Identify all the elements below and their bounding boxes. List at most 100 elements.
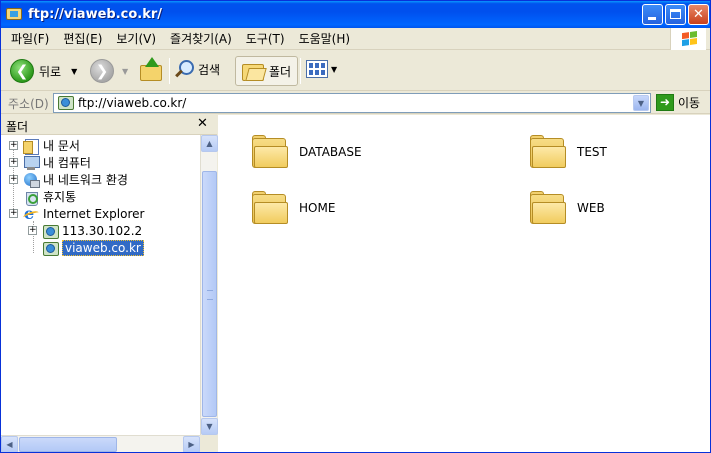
scrollbar-corner bbox=[200, 435, 217, 452]
folder-pane: 폴더 ✕ + 내 문서 + 내 컴퓨터 + 내 네트워크 환경 휴지통 + e … bbox=[1, 115, 218, 452]
ftp-site-icon bbox=[42, 223, 59, 239]
address-bar: 주소(D) ftp://viaweb.co.kr/ ▼ ➜ 이동 bbox=[1, 92, 710, 114]
menu-bar: 파일(F) 편집(E) 보기(V) 즐겨찾기(A) 도구(T) 도움말(H) bbox=[1, 28, 710, 50]
back-dropdown-icon[interactable]: ▼ bbox=[71, 67, 77, 76]
go-button[interactable]: ➜ 이동 bbox=[656, 94, 700, 111]
recycle-bin-icon bbox=[23, 189, 39, 206]
minimize-icon bbox=[648, 17, 656, 20]
menu-favorites[interactable]: 즐겨찾기(A) bbox=[163, 30, 239, 47]
tree-item-label-selected: viaweb.co.kr bbox=[62, 239, 144, 256]
folders-button[interactable]: 폴더 bbox=[235, 56, 299, 86]
toolbar-separator bbox=[169, 58, 170, 84]
tree-vertical-scrollbar[interactable]: ▲ ▼ bbox=[200, 135, 218, 435]
folder-name: WEB bbox=[577, 201, 605, 215]
tree-item-internet-explorer[interactable]: + Internet Explorer bbox=[1, 204, 145, 223]
folder-item-test[interactable]: TEST bbox=[529, 135, 607, 169]
explorer-window: ftp://viaweb.co.kr/ ✕ 파일(F) 편집(E) 보기(V) … bbox=[0, 0, 711, 453]
ftp-site-icon bbox=[42, 240, 59, 256]
address-label: 주소(D) bbox=[8, 97, 49, 111]
ftp-site-icon bbox=[57, 95, 74, 111]
back-label: 뒤로 bbox=[39, 64, 62, 79]
folder-name: HOME bbox=[299, 201, 336, 215]
tree-item-my-documents[interactable]: + 내 문서 bbox=[1, 137, 80, 155]
network-icon bbox=[23, 172, 40, 188]
folder-item-database[interactable]: DATABASE bbox=[251, 135, 362, 169]
file-list: DATABASE TEST HOME WEB bbox=[218, 115, 710, 452]
address-value[interactable]: ftp://viaweb.co.kr/ bbox=[78, 96, 186, 110]
close-button[interactable]: ✕ bbox=[688, 4, 709, 25]
menu-view[interactable]: 보기(V) bbox=[109, 30, 163, 47]
tree-item-label: 휴지통 bbox=[43, 190, 77, 204]
go-label: 이동 bbox=[678, 96, 701, 110]
up-folder-icon bbox=[140, 65, 162, 81]
tree-item-ftp-113[interactable]: + 113.30.102.2 bbox=[1, 222, 142, 239]
toolbar-separator bbox=[300, 58, 301, 84]
search-button[interactable]: 검색 bbox=[174, 60, 220, 78]
search-label: 검색 bbox=[198, 62, 221, 77]
folder-item-home[interactable]: HOME bbox=[251, 191, 335, 225]
menu-help[interactable]: 도움말(H) bbox=[292, 30, 358, 47]
scroll-thumb[interactable] bbox=[202, 171, 217, 417]
tree-item-viaweb[interactable]: viaweb.co.kr bbox=[1, 239, 144, 256]
menu-edit[interactable]: 편집(E) bbox=[56, 30, 109, 47]
maximize-button[interactable] bbox=[665, 4, 686, 25]
go-arrow-icon: ➜ bbox=[656, 94, 674, 111]
tree-item-label: 내 문서 bbox=[43, 139, 80, 153]
folder-pane-header: 폴더 ✕ bbox=[1, 115, 217, 135]
scroll-up-icon[interactable]: ▲ bbox=[201, 135, 218, 152]
folder-item-web[interactable]: WEB bbox=[529, 191, 605, 225]
folder-icon bbox=[251, 191, 289, 225]
folder-name: DATABASE bbox=[299, 145, 362, 159]
scroll-right-icon[interactable]: ▶ bbox=[183, 436, 200, 452]
forward-dropdown-icon[interactable]: ▼ bbox=[122, 67, 128, 76]
folder-icon bbox=[529, 191, 567, 225]
tree-item-network[interactable]: + 내 네트워크 환경 bbox=[1, 171, 128, 188]
tree-item-my-computer[interactable]: + 내 컴퓨터 bbox=[1, 154, 91, 171]
maximize-icon bbox=[670, 9, 681, 19]
my-documents-icon bbox=[23, 138, 39, 155]
views-icon bbox=[306, 60, 328, 78]
folder-icon bbox=[529, 135, 567, 169]
expand-icon[interactable]: + bbox=[9, 141, 18, 150]
scroll-thumb[interactable] bbox=[19, 437, 117, 452]
views-dropdown-icon: ▼ bbox=[331, 64, 338, 74]
back-button[interactable]: ❮ 뒤로 ▼ bbox=[10, 59, 77, 83]
tree-item-label: 내 네트워크 환경 bbox=[43, 173, 128, 187]
scroll-down-icon[interactable]: ▼ bbox=[201, 418, 218, 435]
address-dropdown-icon[interactable]: ▼ bbox=[633, 95, 649, 111]
expand-icon[interactable]: + bbox=[9, 209, 18, 218]
title-bar[interactable]: ftp://viaweb.co.kr/ ✕ bbox=[1, 1, 710, 28]
tree-item-recycle-bin[interactable]: 휴지통 bbox=[1, 188, 77, 206]
folder-icon bbox=[251, 135, 289, 169]
scroll-left-icon[interactable]: ◀ bbox=[1, 436, 18, 452]
menu-file[interactable]: 파일(F) bbox=[1, 30, 56, 47]
expand-icon[interactable]: + bbox=[9, 158, 18, 167]
address-input[interactable]: ftp://viaweb.co.kr/ ▼ bbox=[53, 93, 651, 113]
views-button[interactable]: ▼ bbox=[306, 60, 337, 78]
forward-arrow-icon: ❯ bbox=[90, 59, 114, 83]
folder-tree: + 내 문서 + 내 컴퓨터 + 내 네트워크 환경 휴지통 + e Inter… bbox=[1, 135, 199, 435]
folder-name: TEST bbox=[577, 145, 607, 159]
folders-label: 폴더 bbox=[269, 64, 292, 79]
expand-icon[interactable]: + bbox=[9, 175, 18, 184]
search-icon bbox=[174, 60, 194, 78]
minimize-button[interactable] bbox=[642, 4, 663, 25]
back-arrow-icon: ❮ bbox=[10, 59, 34, 83]
tree-item-label: 내 컴퓨터 bbox=[43, 156, 91, 170]
ftp-folder-icon bbox=[6, 7, 22, 22]
tree-horizontal-scrollbar[interactable]: ◀ ▶ bbox=[1, 435, 200, 452]
expand-icon[interactable]: + bbox=[28, 226, 37, 235]
up-folder-button[interactable] bbox=[138, 57, 164, 83]
windows-logo-icon bbox=[670, 28, 706, 50]
toolbar: ❮ 뒤로 ▼ ❯ ▼ 검색 폴더 ▼ bbox=[1, 51, 710, 91]
forward-button[interactable]: ❯ ▼ bbox=[90, 59, 128, 83]
folders-icon bbox=[242, 62, 264, 81]
tree-item-label: 113.30.102.2 bbox=[62, 223, 143, 238]
my-computer-icon bbox=[23, 155, 40, 171]
folder-pane-title: 폴더 bbox=[6, 120, 29, 134]
menu-tools[interactable]: 도구(T) bbox=[239, 30, 292, 47]
folder-pane-close-icon[interactable]: ✕ bbox=[197, 116, 208, 131]
internet-explorer-icon bbox=[23, 204, 39, 223]
close-icon: ✕ bbox=[693, 7, 704, 22]
tree-item-label: Internet Explorer bbox=[43, 206, 145, 221]
